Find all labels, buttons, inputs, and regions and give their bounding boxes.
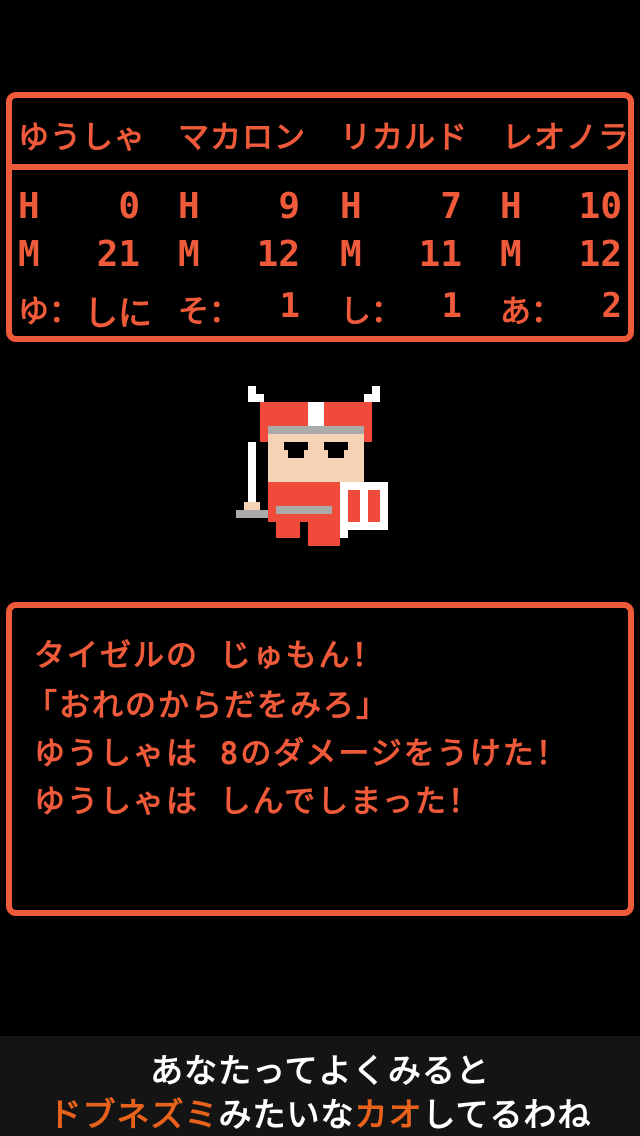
party-name-hero: ゆうしゃ xyxy=(18,120,146,156)
hp-value-hero: 0 xyxy=(118,186,140,227)
status-value-ricardo: 1 xyxy=(441,286,462,326)
status-value-hero: しに xyxy=(84,294,152,334)
hp-value-ricardo: 7 xyxy=(440,186,462,227)
caption-highlight-word: ドブネズミ xyxy=(48,1095,219,1134)
hp-value-leonora: 10 xyxy=(578,186,622,227)
message-line-3: ゆうしゃは 8のダメージをうけた！ xyxy=(34,736,569,772)
mp-value-macaron: 12 xyxy=(256,234,300,275)
mp-value-hero: 21 xyxy=(96,234,140,275)
message-line-4: ゆうしゃは しんでしまった！ xyxy=(34,784,481,820)
caption-bar: あなたってよくみると ドブネズミみたいなカオしてるわね xyxy=(0,1036,640,1136)
status-value-leonora: 2 xyxy=(601,286,622,326)
party-status-window: ゆうしゃ マカロン リカルド レオノラ H 0 H 9 H 7 H 10 M 2… xyxy=(6,92,634,342)
caption-text: してるわね xyxy=(422,1095,592,1134)
caption-highlight-word: カオ xyxy=(354,1095,423,1134)
caption-line-1: あなたってよくみると xyxy=(150,1051,490,1090)
message-line-1: タイゼルの じゅもん！ xyxy=(34,638,385,674)
party-name-macaron: マカロン xyxy=(178,120,306,156)
mp-label: M xyxy=(340,234,362,275)
message-line-2: 「おれのからだをみろ」 xyxy=(26,688,389,724)
hp-label: H xyxy=(18,186,40,227)
hp-label: H xyxy=(178,186,200,227)
hp-value-macaron: 9 xyxy=(278,186,300,227)
hero-sprite xyxy=(236,386,388,546)
mp-label: M xyxy=(18,234,40,275)
party-names-row: ゆうしゃ マカロン リカルド レオノラ xyxy=(12,98,630,170)
hp-label: H xyxy=(500,186,522,227)
mp-value-leonora: 12 xyxy=(578,234,622,275)
battle-message-window: タイゼルの じゅもん！ 「おれのからだをみろ」 ゆうしゃは 8のダメージをうけた… xyxy=(6,602,634,916)
mp-label: M xyxy=(178,234,200,275)
mp-value-ricardo: 11 xyxy=(418,234,462,275)
status-label-hero: ゆ： xyxy=(18,294,80,330)
hp-label: H xyxy=(340,186,362,227)
party-name-leonora: レオノラ xyxy=(502,120,630,156)
mp-label: M xyxy=(500,234,522,275)
caption-line-2: ドブネズミみたいなカオしてるわね xyxy=(0,1088,640,1136)
party-name-ricardo: リカルド xyxy=(340,120,468,156)
status-value-macaron: 1 xyxy=(279,286,300,326)
caption-text: みたいな xyxy=(218,1095,355,1134)
